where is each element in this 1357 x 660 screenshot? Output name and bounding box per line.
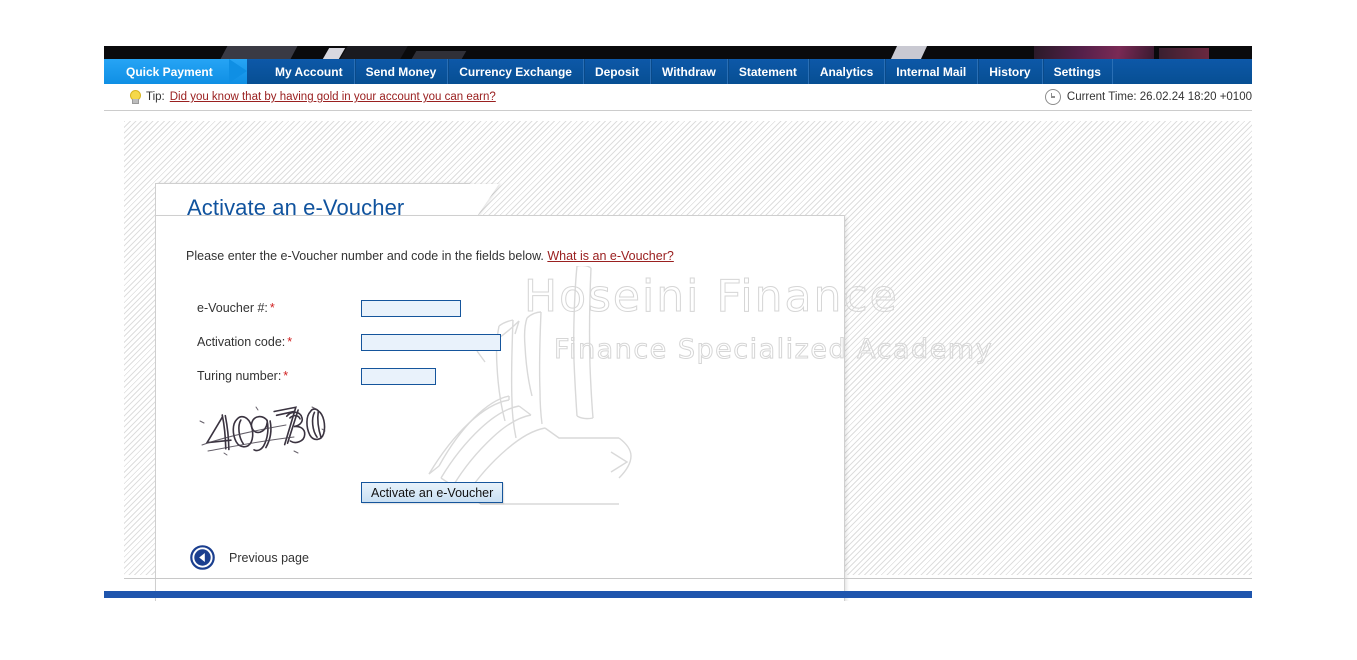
form-row-voucher-number: e-Voucher #: * — [124, 291, 1252, 325]
nav-item-analytics[interactable]: Analytics — [809, 59, 886, 84]
nav-item-label: Settings — [1053, 64, 1101, 79]
nav-item-internal-mail[interactable]: Internal Mail — [885, 59, 979, 84]
nav-item-label: My Account — [275, 64, 343, 79]
nav-item-label: Withdraw — [661, 64, 716, 79]
main-navigation: Quick Payment My Account Send Money Curr… — [104, 59, 1252, 84]
activation-code-input[interactable] — [361, 333, 501, 351]
label-turing-number: Turing number: * — [197, 369, 289, 383]
tip-link[interactable]: Did you know that by having gold in your… — [170, 91, 496, 103]
what-is-evoucher-link[interactable]: What is an e-Voucher? — [547, 249, 673, 263]
browser-viewport: Quick Payment My Account Send Money Curr… — [104, 46, 1252, 601]
banner-shape — [411, 51, 467, 59]
required-asterisk: * — [269, 301, 275, 315]
footer-bar — [104, 591, 1252, 598]
intro-sentence: Please enter the e-Voucher number and co… — [186, 249, 544, 263]
tip-message: Tip: Did you know that by having gold in… — [128, 84, 496, 110]
evoucher-form: e-Voucher #: * Activation code: * Turing n… — [124, 291, 1252, 393]
nav-item-statement[interactable]: Statement — [728, 59, 809, 84]
required-asterisk: * — [283, 369, 289, 383]
clock-icon — [1044, 89, 1061, 105]
screenshot-root: Quick Payment My Account Send Money Curr… — [0, 0, 1357, 660]
nav-item-settings[interactable]: Settings — [1043, 59, 1113, 84]
nav-item-label: Internal Mail — [896, 64, 967, 79]
nav-item-withdraw[interactable]: Withdraw — [651, 59, 728, 84]
voucher-number-input[interactable] — [361, 299, 461, 317]
form-row-turing-number: Turing number: * — [124, 359, 1252, 393]
nav-item-quick-payment[interactable]: Quick Payment — [104, 59, 247, 84]
previous-page-link[interactable]: Previous page — [190, 545, 309, 570]
nav-item-label: Deposit — [594, 64, 639, 79]
required-asterisk: * — [287, 335, 293, 349]
page-title: Activate an e-Voucher — [187, 195, 405, 220]
nav-item-label: Quick Payment — [126, 64, 213, 79]
intro-text: Please enter the e-Voucher number and co… — [186, 249, 674, 263]
nav-item-history[interactable]: History — [978, 59, 1043, 84]
nav-item-list: My Account Send Money Currency Exchange … — [264, 59, 1113, 84]
banner-shape — [1159, 48, 1209, 59]
banner-shape — [220, 46, 298, 59]
current-time: Current Time: 26.02.24 18:20 +0100 — [1044, 84, 1252, 110]
activate-evoucher-button[interactable]: Activate an e-Voucher — [361, 482, 504, 503]
lightbulb-icon — [128, 89, 141, 105]
nav-item-label: Send Money — [365, 64, 437, 79]
nav-item-deposit[interactable]: Deposit — [584, 59, 651, 84]
previous-page-label: Previous page — [229, 550, 309, 565]
label-activation-code: Activation code: * — [197, 335, 293, 349]
header-banner-image — [104, 46, 1252, 59]
nav-item-label: Statement — [738, 64, 797, 79]
banner-shape — [340, 46, 408, 59]
nav-item-send-money[interactable]: Send Money — [355, 59, 449, 84]
current-time-text: Current Time: 26.02.24 18:20 +0100 — [1066, 91, 1252, 103]
page-background: Activate an e-Voucher Academy Please ent… — [124, 121, 1252, 601]
bottom-divider — [124, 578, 1252, 579]
tip-bar: Tip: Did you know that by having gold in… — [104, 84, 1252, 111]
nav-item-currency-exchange[interactable]: Currency Exchange — [448, 59, 584, 84]
captcha-image — [199, 406, 326, 456]
nav-item-label: Currency Exchange — [459, 64, 572, 79]
nav-item-my-account[interactable]: My Account — [264, 59, 355, 84]
nav-item-label: History — [989, 64, 1031, 79]
label-voucher-number: e-Voucher #: * — [197, 301, 275, 315]
tip-label: Tip: — [146, 91, 165, 103]
turing-number-input[interactable] — [361, 367, 436, 385]
nav-item-label: Analytics — [819, 64, 874, 79]
back-arrow-circle-icon — [190, 545, 215, 570]
arrow-tab-icon — [228, 59, 247, 83]
form-row-activation-code: Activation code: * — [124, 325, 1252, 359]
banner-shape — [890, 46, 928, 59]
banner-shape — [1034, 46, 1154, 59]
